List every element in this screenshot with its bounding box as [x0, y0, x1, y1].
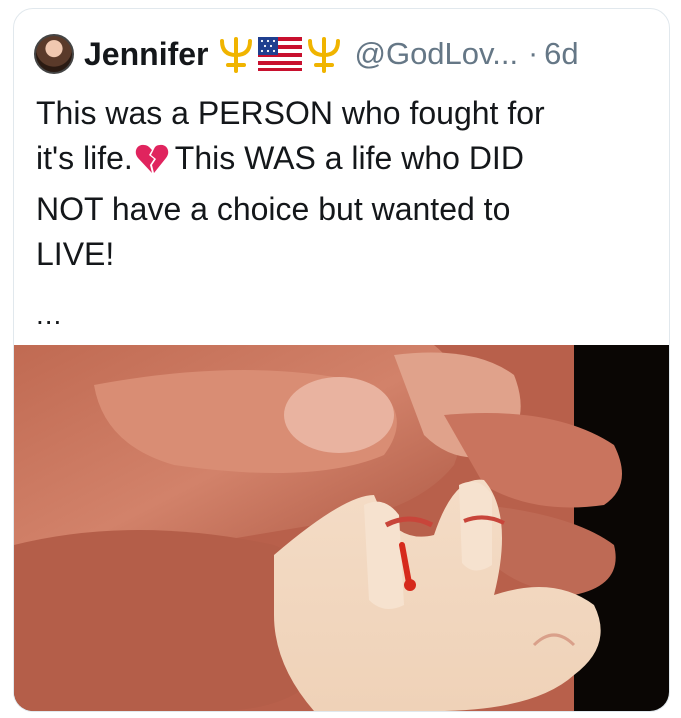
- tweet-text-fragment: This WAS a life who DID: [174, 140, 524, 176]
- photo-hands-illustration: [14, 345, 669, 711]
- author-handle[interactable]: @GodLov...: [354, 36, 518, 72]
- tweet-text: This was a PERSON who fought for it's li…: [36, 91, 646, 277]
- name-emojis: [216, 35, 344, 73]
- trident-icon: [220, 37, 253, 73]
- tweet-card[interactable]: Jennifer @GodLov... · 6d This was a PERS…: [13, 8, 670, 712]
- tweet-text-fragment: it's life.: [36, 140, 133, 176]
- separator-dot: ·: [528, 37, 539, 70]
- timestamp[interactable]: 6d: [544, 36, 578, 72]
- show-more-indicator[interactable]: ...: [36, 299, 62, 331]
- tweet-text-line: it's life. This WAS a life who DID: [36, 136, 646, 187]
- us-flag-icon: [258, 37, 303, 71]
- tweet-text-line: This was a PERSON who fought for: [36, 95, 545, 131]
- tweet-text-line: NOT have a choice but wanted to: [36, 191, 511, 227]
- author-name[interactable]: Jennifer: [84, 36, 208, 73]
- tweet-photo[interactable]: [14, 345, 669, 711]
- tweet-text-line: LIVE!: [36, 236, 115, 272]
- tweet-header: Jennifer @GodLov... · 6d: [34, 31, 649, 77]
- avatar[interactable]: [34, 34, 74, 74]
- trident-icon: [308, 37, 341, 73]
- broken-heart-icon: [135, 142, 169, 187]
